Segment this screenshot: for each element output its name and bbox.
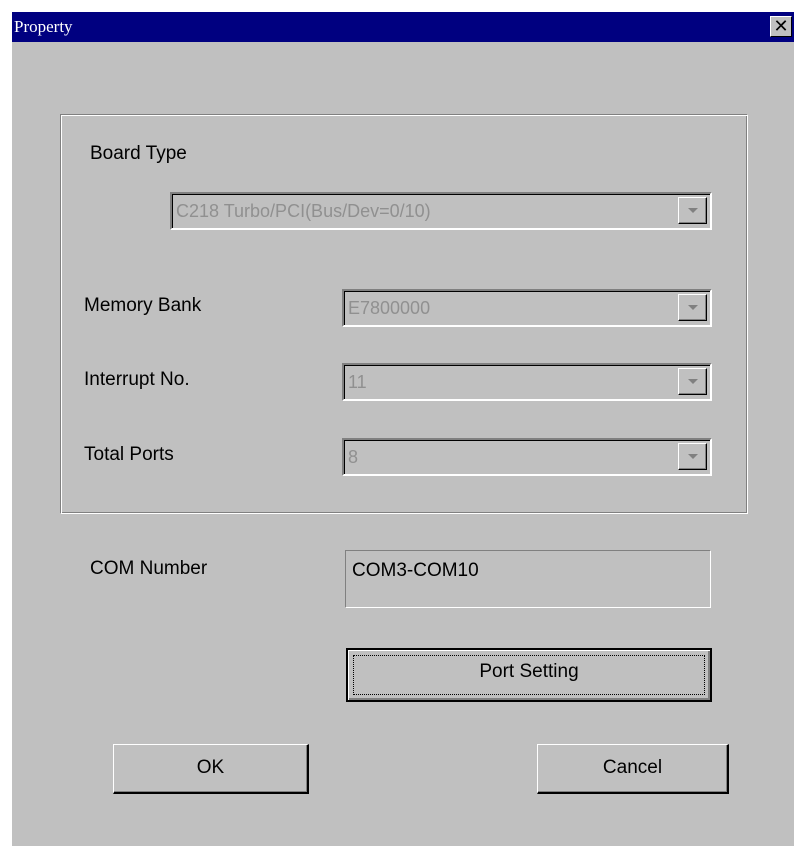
- board-type-label: Board Type: [90, 143, 187, 164]
- board-type-select[interactable]: C218 Turbo/PCI(Bus/Dev=0/10): [170, 192, 712, 230]
- total-ports-select[interactable]: 8: [342, 438, 712, 476]
- close-icon: ✕: [773, 16, 789, 36]
- board-type-value: C218 Turbo/PCI(Bus/Dev=0/10): [176, 201, 431, 221]
- memory-bank-select[interactable]: E7800000: [342, 289, 712, 327]
- ok-label: OK: [196, 757, 225, 778]
- interrupt-no-select[interactable]: 11: [342, 363, 712, 401]
- cancel-label: Cancel: [602, 757, 663, 778]
- com-number-field: COM3-COM10: [345, 550, 711, 608]
- total-ports-label: Total Ports: [84, 444, 174, 465]
- title-bar[interactable]: Property ✕: [12, 12, 794, 42]
- ok-button[interactable]: OK: [113, 744, 309, 794]
- chevron-down-icon[interactable]: [678, 443, 707, 470]
- memory-bank-label: Memory Bank: [84, 295, 202, 316]
- cancel-button[interactable]: Cancel: [537, 744, 729, 794]
- property-dialog: Property ✕ Board Type C218 Turbo/PCI(Bus…: [10, 10, 794, 846]
- total-ports-value: 8: [348, 447, 359, 467]
- com-number-value: COM3-COM10: [352, 560, 479, 581]
- chevron-down-icon[interactable]: [678, 197, 707, 224]
- chevron-down-icon[interactable]: [678, 294, 707, 321]
- com-number-label: COM Number: [90, 558, 208, 579]
- port-setting-button[interactable]: Port Setting: [346, 648, 712, 702]
- close-button[interactable]: ✕: [770, 16, 792, 37]
- interrupt-no-label: Interrupt No.: [84, 369, 190, 390]
- interrupt-no-value: 11: [348, 372, 367, 392]
- window-title: Property: [14, 17, 73, 36]
- memory-bank-value: E7800000: [348, 298, 431, 318]
- chevron-down-icon[interactable]: [678, 368, 707, 395]
